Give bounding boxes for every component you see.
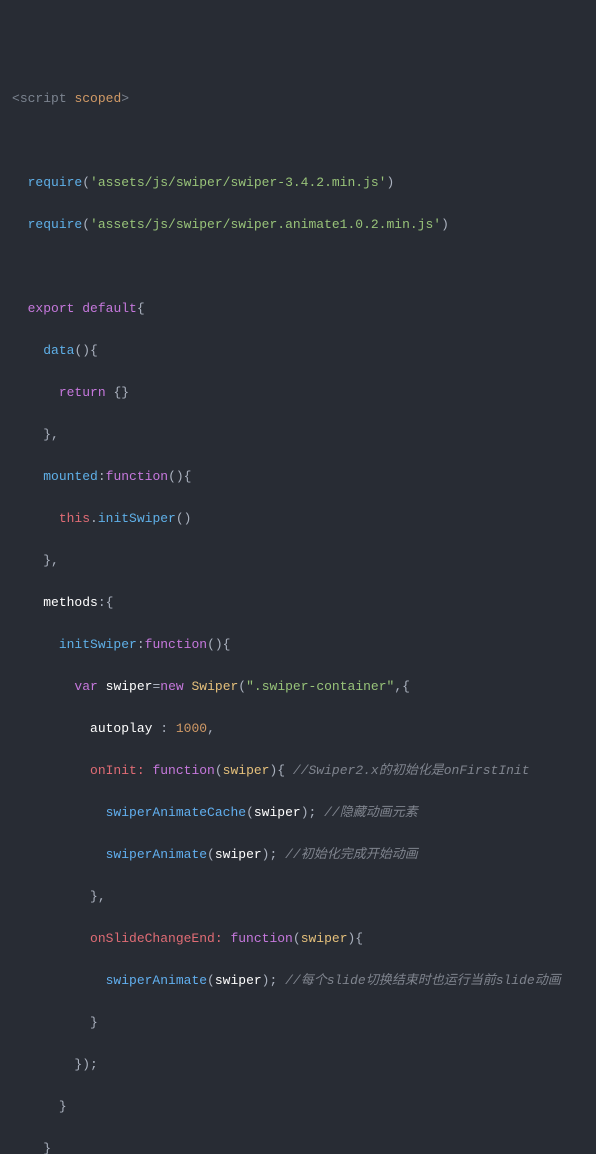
code-line: <script scoped> — [12, 88, 584, 109]
code-line: }, — [12, 424, 584, 445]
require-call: require — [28, 217, 83, 232]
keyword-function: function — [152, 763, 214, 778]
comment: //每个slide切换结束时也运行当前slide动画 — [285, 973, 561, 988]
comment: //隐藏动画元素 — [324, 805, 418, 820]
keyword-function: function — [106, 469, 168, 484]
tag-bracket: < — [12, 91, 20, 106]
prop-oninit: onInit: — [90, 763, 145, 778]
tag-name: script — [20, 91, 67, 106]
prop-autoplay: autoplay — [90, 721, 152, 736]
require-call: require — [28, 175, 83, 190]
code-line: require('assets/js/swiper/swiper.animate… — [12, 214, 584, 235]
comment: //Swiper2.x的初始化是onFirstInit — [293, 763, 530, 778]
prop-onslidechange: onSlideChangeEnd: — [90, 931, 223, 946]
code-line — [12, 256, 584, 277]
code-line: }, — [12, 550, 584, 571]
code-line: } — [12, 1138, 584, 1154]
keyword-return: return — [59, 385, 106, 400]
func-call: swiperAnimate — [106, 973, 207, 988]
code-line: autoplay : 1000, — [12, 718, 584, 739]
code-line: }, — [12, 886, 584, 907]
code-line: } — [12, 1012, 584, 1033]
keyword-function: function — [145, 637, 207, 652]
keyword-default: default — [82, 301, 137, 316]
string-literal: ".swiper-container" — [246, 679, 394, 694]
var-name: swiper — [106, 679, 153, 694]
code-editor: <script scoped> require('assets/js/swipe… — [0, 88, 596, 1154]
method-data: data — [43, 343, 74, 358]
arg: swiper — [254, 805, 301, 820]
param: swiper — [301, 931, 348, 946]
code-line: require('assets/js/swiper/swiper-3.4.2.m… — [12, 172, 584, 193]
class-swiper: Swiper — [191, 679, 238, 694]
code-line: } — [12, 1096, 584, 1117]
prop-methods: methods — [43, 595, 98, 610]
code-line: var swiper=new Swiper(".swiper-container… — [12, 676, 584, 697]
keyword-new: new — [160, 679, 183, 694]
prop-mounted: mounted — [43, 469, 98, 484]
keyword-var: var — [74, 679, 97, 694]
param: swiper — [223, 763, 270, 778]
func-call: swiperAnimateCache — [106, 805, 246, 820]
code-line: data(){ — [12, 340, 584, 361]
code-line: swiperAnimate(swiper); //初始化完成开始动画 — [12, 844, 584, 865]
method-call: initSwiper — [98, 511, 176, 526]
attr-scoped: scoped — [74, 91, 121, 106]
code-line: onInit: function(swiper){ //Swiper2.x的初始… — [12, 760, 584, 781]
keyword-export: export — [28, 301, 75, 316]
code-line: swiperAnimate(swiper); //每个slide切换结束时也运行… — [12, 970, 584, 991]
code-line: methods:{ — [12, 592, 584, 613]
code-line: }); — [12, 1054, 584, 1075]
arg: swiper — [215, 847, 262, 862]
arg: swiper — [215, 973, 262, 988]
func-call: swiperAnimate — [106, 847, 207, 862]
code-line: export default{ — [12, 298, 584, 319]
code-line — [12, 130, 584, 151]
code-line: swiperAnimateCache(swiper); //隐藏动画元素 — [12, 802, 584, 823]
method-initswiper: initSwiper — [59, 637, 137, 652]
code-line: onSlideChangeEnd: function(swiper){ — [12, 928, 584, 949]
comment: //初始化完成开始动画 — [285, 847, 418, 862]
code-line: initSwiper:function(){ — [12, 634, 584, 655]
string-literal: 'assets/js/swiper/swiper.animate1.0.2.mi… — [90, 217, 441, 232]
number-literal: 1000 — [176, 721, 207, 736]
keyword-function: function — [230, 931, 292, 946]
string-literal: 'assets/js/swiper/swiper-3.4.2.min.js' — [90, 175, 386, 190]
code-line: return {} — [12, 382, 584, 403]
tag-bracket: > — [121, 91, 129, 106]
code-line: this.initSwiper() — [12, 508, 584, 529]
code-line: mounted:function(){ — [12, 466, 584, 487]
keyword-this: this — [59, 511, 90, 526]
